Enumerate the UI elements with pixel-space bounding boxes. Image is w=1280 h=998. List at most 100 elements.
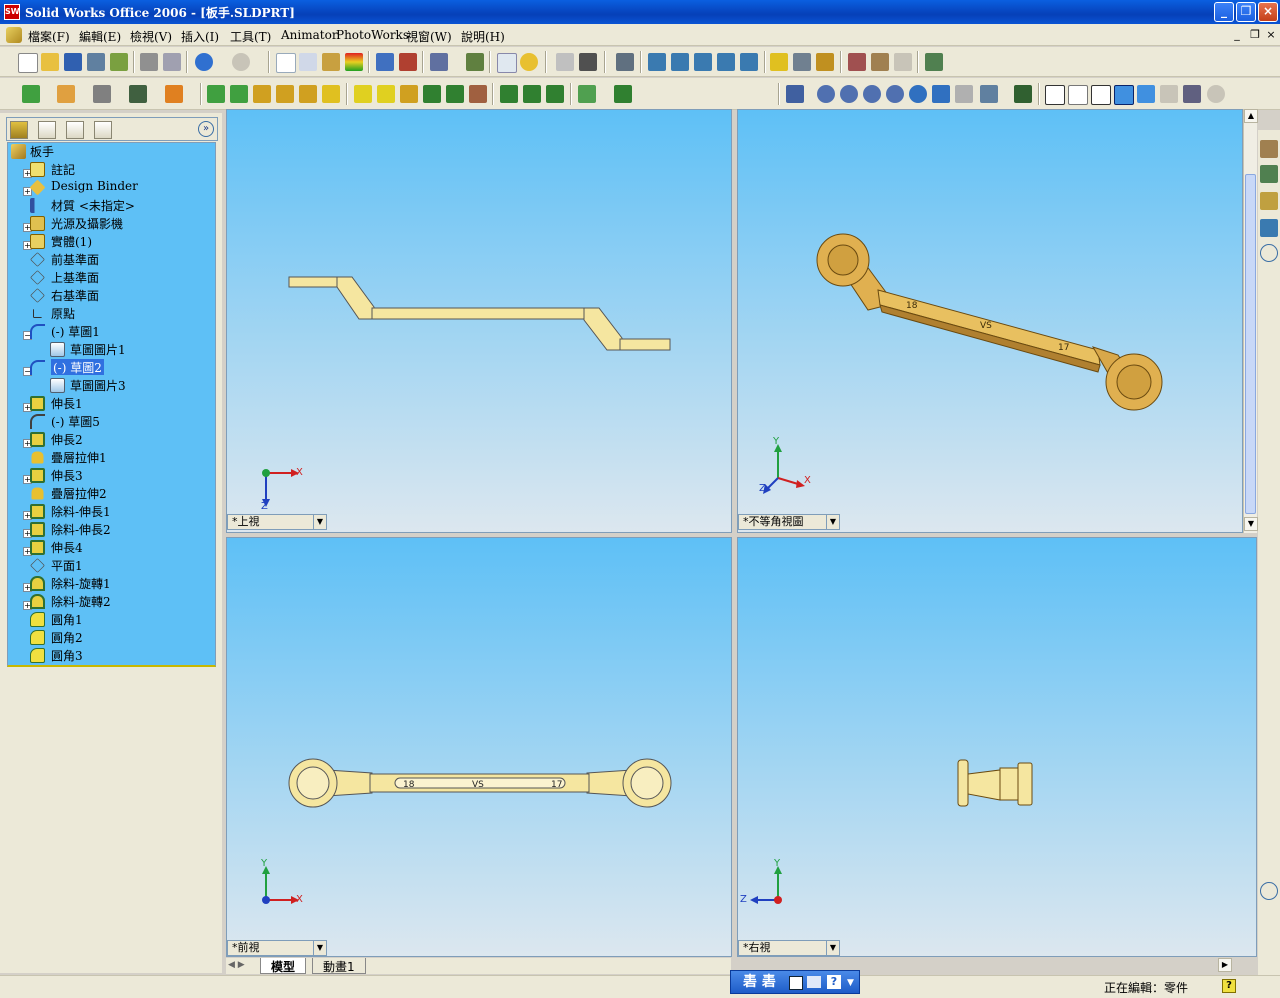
- viewport-front[interactable]: 18 VS 17 Y X *前視 ▼: [226, 537, 732, 957]
- ime-help-icon[interactable]: ?: [827, 975, 841, 989]
- help-icon[interactable]: [520, 53, 538, 71]
- scrollbar-thumb[interactable]: [1245, 174, 1256, 514]
- render-icon[interactable]: [579, 53, 597, 71]
- dropdown-arrow-icon[interactable]: ▼: [826, 941, 839, 955]
- shaded-with-edges-icon[interactable]: [1114, 85, 1134, 105]
- database-icon[interactable]: [816, 53, 834, 71]
- make-assembly-icon[interactable]: [110, 53, 128, 71]
- smart-dimension-icon[interactable]: [57, 85, 75, 103]
- tab-scroll-arrows-icon[interactable]: ◀ ▶: [228, 960, 256, 972]
- print-icon[interactable]: [140, 53, 158, 71]
- scroll-up-button[interactable]: ▲: [1244, 109, 1258, 123]
- brick-icon[interactable]: [399, 53, 417, 71]
- menu-photoworks[interactable]: PhotoWorks: [336, 28, 409, 42]
- extrude-boss-icon[interactable]: [207, 85, 225, 103]
- configuration-manager-tab[interactable]: [66, 121, 84, 139]
- zoom-to-area-icon[interactable]: [840, 85, 858, 103]
- revolve-icon[interactable]: [253, 85, 271, 103]
- view-label-right[interactable]: *右視 ▼: [738, 940, 840, 956]
- tab-model[interactable]: 模型: [260, 958, 307, 974]
- tree-item-extrude4[interactable]: 伸長4: [51, 539, 83, 555]
- sweep-icon[interactable]: [276, 85, 294, 103]
- menu-help[interactable]: 說明(H): [461, 28, 505, 45]
- expand-task-pane-icon[interactable]: [1260, 882, 1278, 900]
- expand-panel-icon[interactable]: »: [198, 121, 214, 137]
- scroll-down-button[interactable]: ▼: [1244, 517, 1258, 531]
- scene-icon-4[interactable]: [717, 53, 735, 71]
- tree-item-lights-cameras[interactable]: 光源及攝影機: [51, 215, 123, 231]
- open-icon[interactable]: [41, 53, 59, 71]
- edit-appearance-icon[interactable]: [616, 53, 634, 71]
- tree-item-fillet1[interactable]: 圓角1: [51, 611, 83, 627]
- ime-options-icon[interactable]: ▼: [847, 978, 854, 988]
- menu-file[interactable]: 檔案(F): [28, 28, 70, 45]
- tree-item-top-plane[interactable]: 上基準面: [51, 269, 99, 285]
- shell-icon[interactable]: [423, 85, 441, 103]
- document-icon[interactable]: [6, 27, 22, 43]
- file-explorer-icon[interactable]: [1260, 192, 1278, 210]
- tree-item-fillet2[interactable]: 圓角2: [51, 629, 83, 645]
- feature-manager-tab[interactable]: [10, 121, 28, 139]
- tree-item-cut-revolve1[interactable]: 除料-旋轉1: [51, 575, 111, 591]
- traffic-light-icon[interactable]: [345, 53, 363, 71]
- hidden-lines-visible-icon[interactable]: [1068, 85, 1088, 105]
- tree-item-loft1[interactable]: 疊層拉伸1: [51, 449, 107, 465]
- tree-item-right-plane[interactable]: 右基準面: [51, 287, 99, 303]
- menu-view[interactable]: 檢視(V): [130, 28, 172, 45]
- ime-mode-text[interactable]: 砉 砉: [743, 971, 776, 993]
- view-label-isometric[interactable]: *不等角視圖 ▼: [738, 514, 840, 530]
- doc-close-button[interactable]: ×: [1264, 28, 1278, 42]
- options-icon[interactable]: [430, 53, 448, 71]
- camera-icon[interactable]: [793, 53, 811, 71]
- zoom-to-selection-icon[interactable]: [886, 85, 904, 103]
- tree-item-loft2[interactable]: 疊層拉伸2: [51, 485, 107, 501]
- standard-views-icon[interactable]: [980, 85, 998, 103]
- curves-icon[interactable]: [578, 85, 596, 103]
- redo-icon[interactable]: [232, 53, 250, 71]
- scene-icon-3[interactable]: [694, 53, 712, 71]
- minimize-button[interactable]: _: [1214, 2, 1234, 22]
- solidworks-app-icon[interactable]: SW: [4, 4, 20, 20]
- view-triad-icon[interactable]: [1014, 85, 1032, 103]
- tree-item-solid-bodies[interactable]: 實體(1): [51, 233, 92, 249]
- menu-window[interactable]: 視窗(W): [406, 28, 452, 45]
- ime-toolbar[interactable]: 砉 砉 ? ▼: [730, 970, 860, 994]
- sketch-icon[interactable]: [22, 85, 40, 103]
- photoworks-icon[interactable]: [556, 53, 574, 71]
- rotate-view-icon[interactable]: [909, 85, 927, 103]
- rib-icon[interactable]: [400, 85, 418, 103]
- tree-item-cut-extrude1[interactable]: 除料-伸長1: [51, 503, 111, 519]
- grid-icon[interactable]: [376, 53, 394, 71]
- viewport-isometric[interactable]: 18 VS 17 Y X Z *不等角視圖 ▼: [737, 109, 1243, 533]
- tree-item-annotations[interactable]: 註記: [51, 161, 75, 177]
- tree-item-sketch-picture3[interactable]: 草圖圖片3: [70, 377, 126, 393]
- property-manager-tab[interactable]: [38, 121, 56, 139]
- plane-icon[interactable]: [165, 85, 183, 103]
- tree-item-cut-revolve2[interactable]: 除料-旋轉2: [51, 593, 111, 609]
- properties-icon[interactable]: [497, 53, 517, 73]
- tree-item-plane1[interactable]: 平面1: [51, 557, 83, 573]
- library-icon-1[interactable]: [848, 53, 866, 71]
- tree-item-front-plane[interactable]: 前基準面: [51, 251, 99, 267]
- coordinate-icon[interactable]: [129, 85, 147, 103]
- shaded-icon[interactable]: [1137, 85, 1155, 103]
- mirror-icon[interactable]: [546, 85, 564, 103]
- tree-item-extrude1[interactable]: 伸長1: [51, 395, 83, 411]
- tree-item-sketch-picture1[interactable]: 草圖圖片1: [70, 341, 126, 357]
- ime-keyboard-icon[interactable]: [807, 976, 821, 988]
- scene-icon-5[interactable]: [740, 53, 758, 71]
- instant3d-icon[interactable]: [614, 85, 632, 103]
- doc-minimize-button[interactable]: _: [1230, 28, 1244, 42]
- scene-icon-1[interactable]: [648, 53, 666, 71]
- dropdown-arrow-icon[interactable]: ▼: [313, 515, 326, 529]
- animator-icon[interactable]: [925, 53, 943, 71]
- viewport-top[interactable]: X Z *上視 ▼: [226, 109, 732, 533]
- undo-icon[interactable]: [195, 53, 213, 71]
- new-icon[interactable]: [18, 53, 38, 73]
- linear-pattern-icon[interactable]: [500, 85, 518, 103]
- loft-boss-icon[interactable]: [322, 85, 340, 103]
- menu-tools[interactable]: 工具(T): [230, 28, 271, 45]
- view-label-top[interactable]: *上視 ▼: [227, 514, 327, 530]
- tree-item-sketch2-selected[interactable]: (-) 草圖2: [51, 359, 104, 375]
- dropdown-arrow-icon[interactable]: ▼: [826, 515, 839, 529]
